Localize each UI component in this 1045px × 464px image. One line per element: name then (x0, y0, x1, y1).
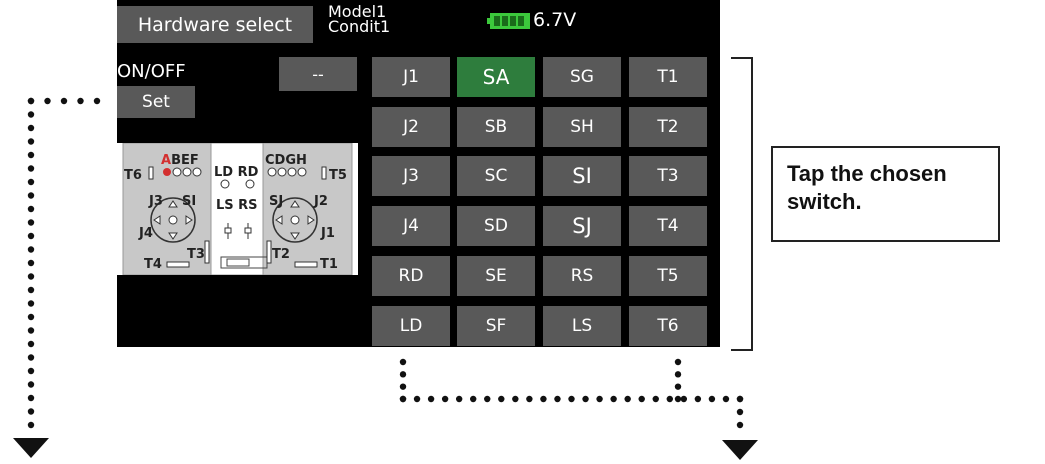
guide-dot (27, 354, 35, 361)
guide-dot (582, 395, 589, 403)
guide-dot (736, 421, 744, 429)
guide-dot (399, 371, 407, 378)
guide-dot (27, 111, 35, 118)
guide-dot (540, 395, 547, 403)
guide-dot (413, 395, 421, 403)
guide-dot (736, 395, 744, 403)
guide-dot (44, 97, 51, 105)
guide-dot (27, 192, 35, 199)
guide-dot (674, 383, 682, 390)
guide-dot (93, 97, 101, 105)
guide-dot (27, 178, 35, 186)
arrow-down-icon (13, 438, 49, 458)
guide-dot (399, 358, 407, 366)
arrow-down-icon (722, 440, 758, 460)
guide-dot (624, 395, 631, 403)
guide-dot (77, 97, 84, 105)
guide-dot (27, 219, 35, 226)
guide-dot (27, 327, 35, 334)
guide-dot (27, 313, 35, 321)
guide-dot (399, 395, 407, 403)
guide-dot (27, 205, 35, 213)
guide-dot (596, 395, 603, 403)
guide-dot (60, 97, 68, 105)
guide-dot (399, 383, 407, 390)
guide-dot (652, 395, 659, 403)
guide-dot (27, 246, 35, 253)
guide-dot (27, 124, 35, 132)
guide-dot (27, 408, 35, 415)
guide-dot (455, 395, 463, 403)
guide-dot (526, 395, 533, 403)
guide-dot (666, 395, 673, 403)
guide-dot (674, 358, 682, 366)
guide-dot (484, 395, 491, 403)
guide-dot (27, 232, 35, 240)
guide-dot (27, 340, 35, 348)
guide-dot (27, 421, 35, 429)
guide-dot (498, 395, 505, 403)
guide-dot (512, 395, 519, 403)
guide-dot (27, 97, 35, 105)
guide-arrows (13, 97, 758, 460)
guide-dot (27, 300, 35, 307)
guide-dot (441, 395, 449, 403)
guide-dot (27, 367, 35, 375)
guide-dot (736, 408, 744, 416)
guide-dot (427, 395, 435, 403)
guide-dot (674, 371, 682, 378)
guide-dot (27, 165, 35, 172)
guide-dot (638, 395, 645, 403)
guide-dot (27, 394, 35, 402)
guide-dot (568, 395, 575, 403)
guide-dot (694, 395, 702, 403)
guide-dot (722, 395, 730, 403)
guide-dot (708, 395, 716, 403)
guide-dot (674, 395, 682, 403)
guide-dot (470, 395, 477, 403)
guide-dot (680, 395, 688, 403)
guide-dot (27, 138, 35, 145)
guide-dot (27, 381, 35, 388)
guide-dot (27, 259, 35, 267)
guide-dot (27, 273, 35, 280)
guide-dot (27, 286, 35, 294)
guide-dot (554, 395, 561, 403)
guide-dot (27, 151, 35, 159)
guide-dot (610, 395, 617, 403)
